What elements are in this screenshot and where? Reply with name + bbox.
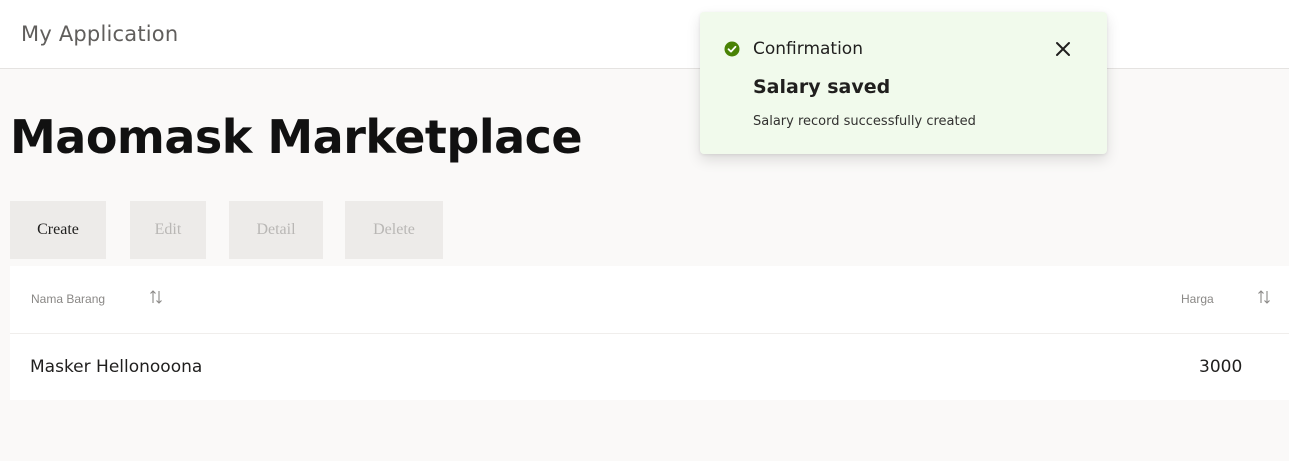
detail-button[interactable]: Detail (229, 201, 323, 259)
cell-nama-barang: Masker Hellonooona (30, 357, 203, 377)
table-row[interactable]: Masker Hellonooona 3000 (10, 334, 1289, 400)
table-header: Nama Barang Harga (10, 266, 1289, 334)
confirmation-toast: Confirmation Salary saved Salary record … (700, 12, 1107, 154)
sort-arrows-icon[interactable] (149, 288, 163, 306)
column-header-harga[interactable]: Harga (1181, 292, 1214, 306)
toast-message: Salary record successfully created (753, 114, 976, 129)
data-table: Nama Barang Harga Masker Hellonooona 300… (10, 266, 1289, 400)
close-icon[interactable] (1050, 36, 1076, 62)
app-title: My Application (21, 22, 179, 46)
check-circle-icon (724, 41, 740, 57)
edit-button[interactable]: Edit (130, 201, 206, 259)
sort-arrows-icon[interactable] (1257, 288, 1271, 306)
delete-button[interactable]: Delete (345, 201, 443, 259)
toast-heading: Salary saved (753, 76, 891, 98)
cell-harga: 3000 (1199, 357, 1243, 377)
toast-title: Confirmation (753, 39, 863, 59)
create-button[interactable]: Create (10, 201, 106, 259)
page-title: Maomask Marketplace (10, 110, 583, 164)
column-header-nama-barang[interactable]: Nama Barang (31, 292, 105, 306)
